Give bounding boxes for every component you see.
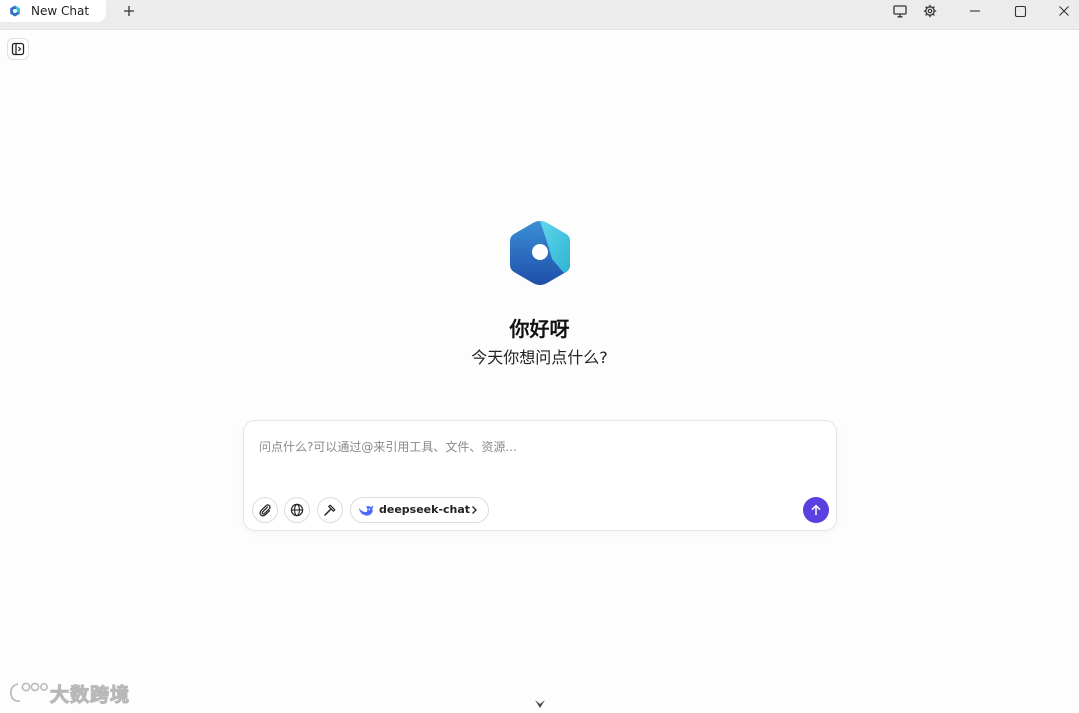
scroll-down-button[interactable]	[529, 694, 551, 713]
monitor-icon	[893, 4, 907, 17]
deepseek-whale-icon	[359, 505, 374, 516]
maximize-button[interactable]	[1005, 0, 1035, 22]
web-search-button[interactable]	[284, 497, 310, 523]
gear-icon	[923, 4, 937, 18]
model-label: deepseek-chat	[379, 503, 471, 516]
watermark-text: 大数跨境	[49, 684, 131, 707]
greeting-subtitle: 今天你想问点什么?	[471, 348, 608, 367]
sidebar-toggle-icon	[11, 42, 25, 56]
send-button[interactable]	[803, 497, 829, 523]
watermark: 大数跨境	[8, 680, 142, 707]
paperclip-icon	[259, 504, 271, 517]
app-logo-icon	[10, 5, 20, 17]
close-window-button[interactable]	[1049, 0, 1079, 22]
close-icon	[1059, 6, 1069, 16]
arrow-up-icon	[811, 504, 821, 516]
maximize-icon	[1014, 5, 1026, 17]
sidebar-toggle-button[interactable]	[7, 38, 29, 60]
globe-icon	[290, 503, 304, 517]
attach-button[interactable]	[252, 497, 278, 523]
chevron-right-icon	[472, 506, 477, 514]
watermark-logo-icon	[10, 682, 48, 702]
model-selector[interactable]: deepseek-chat	[350, 497, 489, 523]
chat-input[interactable]	[259, 436, 819, 458]
tools-button[interactable]	[317, 497, 343, 523]
tab-new-chat[interactable]: New Chat	[0, 0, 106, 22]
chevron-down-icon	[535, 699, 545, 708]
app-logo	[510, 221, 570, 285]
minimize-button[interactable]	[960, 0, 990, 22]
title-bar: New Chat	[0, 0, 1079, 30]
display-button[interactable]	[891, 2, 909, 20]
chat-composer: deepseek-chat	[243, 420, 837, 531]
hammer-icon	[324, 504, 336, 516]
plus-icon	[124, 6, 134, 16]
greeting-title: 你好呀	[509, 317, 570, 341]
minimize-icon	[970, 10, 980, 12]
tab-label: New Chat	[31, 4, 90, 18]
settings-button[interactable]	[921, 2, 939, 20]
new-tab-button[interactable]	[120, 2, 138, 20]
